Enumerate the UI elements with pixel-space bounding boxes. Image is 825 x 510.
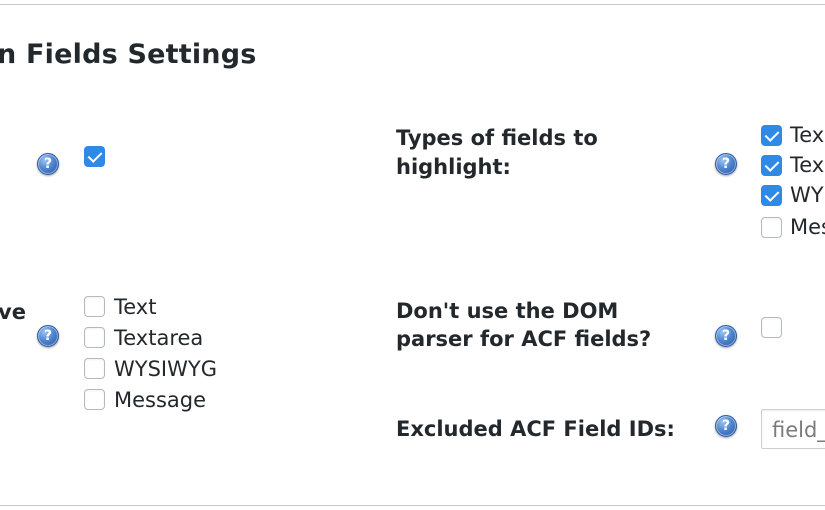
highlight-label-text: Tex (790, 123, 825, 147)
option-label-message: Message (114, 388, 207, 412)
checkbox-textarea[interactable] (84, 327, 105, 348)
dom-parser-label-line1: Don't use the DOM (396, 299, 619, 323)
help-icon[interactable]: ? (37, 153, 59, 175)
section-title: n Fields Settings (0, 39, 257, 70)
excluded-ids-input[interactable]: field_ (761, 409, 825, 449)
highlight-checkbox-textarea[interactable] (761, 155, 782, 176)
highlight-label-message: Mes (790, 215, 825, 239)
help-icon[interactable]: ? (715, 415, 737, 437)
highlight-checkbox-text[interactable] (761, 125, 782, 146)
help-icon[interactable]: ? (715, 153, 737, 175)
highlight-label-wysiwyg: WY (790, 183, 824, 207)
checkbox-wysiwyg[interactable] (84, 358, 105, 379)
dom-parser-label-line2: parser for ACF fields? (396, 327, 652, 351)
highlight-checkbox-message[interactable] (761, 217, 782, 238)
field-label-truncated: ve (0, 300, 26, 324)
dom-parser-checkbox[interactable] (761, 317, 782, 338)
help-icon[interactable]: ? (37, 325, 59, 347)
option-label-text: Text (114, 295, 157, 319)
types-label-line1: Types of fields to (396, 126, 598, 150)
checkbox-text[interactable] (84, 296, 105, 317)
option-label-textarea: Textarea (114, 326, 204, 350)
highlight-checkbox-wysiwyg[interactable] (761, 185, 782, 206)
excluded-ids-label: Excluded ACF Field IDs: (396, 417, 675, 441)
help-icon[interactable]: ? (715, 325, 737, 347)
checkbox-message[interactable] (84, 389, 105, 410)
option-label-wysiwyg: WYSIWYG (114, 357, 217, 381)
enable-checkbox[interactable] (84, 146, 105, 167)
highlight-label-textarea: Tex (790, 153, 825, 177)
types-label-line2: highlight: (396, 155, 511, 179)
